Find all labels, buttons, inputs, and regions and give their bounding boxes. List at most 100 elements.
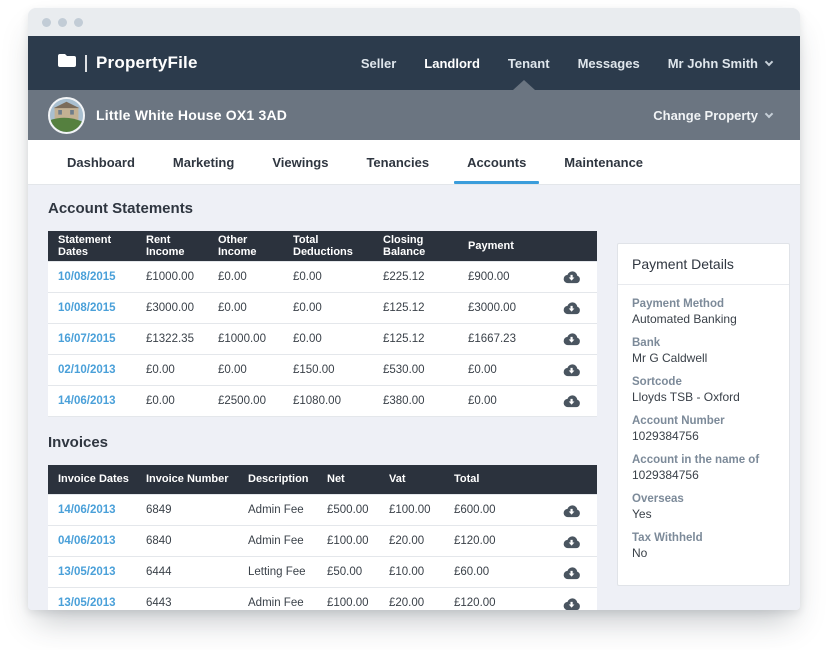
cloud-download-icon[interactable] — [561, 393, 581, 408]
payment-detail-label: Bank — [632, 337, 775, 349]
statements-cell: £0.00 — [136, 385, 208, 416]
nav-item-landlord[interactable]: Landlord — [424, 56, 480, 71]
window-minimize-button[interactable] — [58, 18, 67, 27]
brand-name: PropertyFile — [96, 53, 198, 73]
folder-icon — [58, 54, 76, 72]
payment-detail-label: Account in the name of — [632, 454, 775, 466]
statements-date-link[interactable]: 16/07/2015 — [58, 333, 116, 345]
payment-detail-field: Account in the name of1029384756 — [632, 454, 775, 482]
invoice-row: 04/06/20136840Admin Fee£100.00£20.00£120… — [48, 526, 597, 557]
top-navbar: PropertyFile Seller Landlord Tenant Mess… — [28, 36, 800, 90]
statements-date-link[interactable]: 14/06/2013 — [58, 395, 116, 407]
statements-cell: £1000.00 — [136, 261, 208, 292]
payment-details-title: Payment Details — [618, 244, 789, 285]
statements-actions-cell — [544, 354, 597, 385]
invoices-actions-cell — [544, 526, 597, 557]
statements-cell: £0.00 — [283, 323, 373, 354]
page-content: Account Statements Statement Dates Rent … — [28, 185, 800, 610]
statements-date-link[interactable]: 10/08/2015 — [58, 271, 116, 283]
statements-cell: £3000.00 — [458, 292, 544, 323]
payment-detail-value: No — [632, 546, 775, 560]
cloud-download-icon[interactable] — [561, 362, 581, 377]
invoices-cell: Admin Fee — [238, 495, 317, 526]
cloud-download-icon[interactable] — [561, 300, 581, 315]
nav-item-tenant[interactable]: Tenant — [508, 56, 550, 71]
invoices-cell: £600.00 — [444, 495, 544, 526]
cloud-download-icon[interactable] — [561, 331, 581, 346]
invoices-cell: Letting Fee — [238, 557, 317, 588]
payment-detail-label: Tax Withheld — [632, 532, 775, 544]
payment-detail-label: Sortcode — [632, 376, 775, 388]
user-name: Mr John Smith — [668, 56, 758, 71]
cloud-download-icon[interactable] — [561, 565, 581, 580]
tab-marketing[interactable]: Marketing — [154, 140, 253, 184]
invoices-cell: £120.00 — [444, 526, 544, 557]
statements-cell: £0.00 — [208, 261, 283, 292]
statements-cell: £125.12 — [373, 323, 458, 354]
property-bar: Little White House OX1 3AD Change Proper… — [28, 90, 800, 140]
statements-cell: £530.00 — [373, 354, 458, 385]
main-nav: Seller Landlord Tenant Messages Mr John … — [361, 56, 772, 71]
tab-accounts[interactable]: Accounts — [448, 140, 545, 184]
invoices-actions-cell — [544, 557, 597, 588]
invoice-row: 13/05/20136443Admin Fee£100.00£20.00£120… — [48, 588, 597, 611]
invoices-cell: £60.00 — [444, 557, 544, 588]
cloud-download-icon[interactable] — [561, 269, 581, 284]
statements-cell: £1000.00 — [208, 323, 283, 354]
nav-item-messages[interactable]: Messages — [578, 56, 640, 71]
payment-detail-field: Payment MethodAutomated Banking — [632, 298, 775, 326]
statements-col-header: Statement Dates — [48, 231, 136, 261]
window-maximize-button[interactable] — [74, 18, 83, 27]
statements-date-link[interactable]: 10/08/2015 — [58, 302, 116, 314]
property-avatar[interactable] — [48, 97, 85, 134]
statements-actions-header — [544, 231, 597, 261]
cloud-download-icon[interactable] — [561, 534, 581, 549]
invoices-date-link[interactable]: 13/05/2013 — [58, 597, 116, 609]
statements-actions-cell — [544, 292, 597, 323]
tab-dashboard[interactable]: Dashboard — [48, 140, 154, 184]
statement-row: 02/10/2013£0.00£0.00£150.00£530.00£0.00 — [48, 354, 597, 385]
statements-cell: £1080.00 — [283, 385, 373, 416]
statements-cell: £0.00 — [458, 354, 544, 385]
invoices-cell: £20.00 — [379, 588, 444, 611]
tab-tenancies[interactable]: Tenancies — [347, 140, 448, 184]
cloud-download-icon[interactable] — [561, 596, 581, 611]
invoices-table: Invoice Dates Invoice Number Description… — [48, 465, 597, 611]
nav-item-seller[interactable]: Seller — [361, 56, 396, 71]
statements-section-title: Account Statements — [48, 199, 597, 219]
tab-bar: Dashboard Marketing Viewings Tenancies A… — [28, 140, 800, 185]
statements-cell: £225.12 — [373, 261, 458, 292]
window-close-button[interactable] — [42, 18, 51, 27]
invoices-date-link[interactable]: 04/06/2013 — [58, 535, 116, 547]
invoices-cell: £500.00 — [317, 495, 379, 526]
browser-window: PropertyFile Seller Landlord Tenant Mess… — [28, 8, 800, 610]
statements-date-link[interactable]: 02/10/2013 — [58, 364, 116, 376]
statements-cell: £0.00 — [458, 385, 544, 416]
user-menu[interactable]: Mr John Smith — [668, 56, 772, 71]
property-name: Little White House OX1 3AD — [96, 107, 287, 123]
tab-maintenance[interactable]: Maintenance — [545, 140, 662, 184]
statement-row: 10/08/2015£1000.00£0.00£0.00£225.12£900.… — [48, 261, 597, 292]
invoices-col-header: Net — [317, 465, 379, 495]
cloud-download-icon[interactable] — [561, 503, 581, 518]
invoices-date-link[interactable]: 13/05/2013 — [58, 566, 116, 578]
statements-cell: £3000.00 — [136, 292, 208, 323]
invoices-date-link[interactable]: 14/06/2013 — [58, 504, 116, 516]
statements-actions-cell — [544, 261, 597, 292]
brand-logo[interactable]: PropertyFile — [58, 53, 198, 73]
payment-detail-field: Tax Withheld No — [632, 532, 775, 560]
chevron-down-icon — [765, 109, 773, 117]
payment-detail-field: SortcodeLloyds TSB - Oxford — [632, 376, 775, 404]
invoices-cell: £100.00 — [317, 526, 379, 557]
statements-header-row: Statement Dates Rent Income Other Income… — [48, 231, 597, 261]
statements-actions-cell — [544, 323, 597, 354]
statements-col-header: Other Income — [208, 231, 283, 261]
change-property-button[interactable]: Change Property — [653, 108, 772, 123]
invoices-col-header: Invoice Dates — [48, 465, 136, 495]
invoices-cell: 6443 — [136, 588, 238, 611]
account-statements-table: Statement Dates Rent Income Other Income… — [48, 231, 597, 417]
payment-detail-field: OverseasYes — [632, 493, 775, 521]
statements-cell: £0.00 — [136, 354, 208, 385]
payment-details-card: Payment Details Payment MethodAutomated … — [617, 243, 790, 586]
tab-viewings[interactable]: Viewings — [253, 140, 347, 184]
